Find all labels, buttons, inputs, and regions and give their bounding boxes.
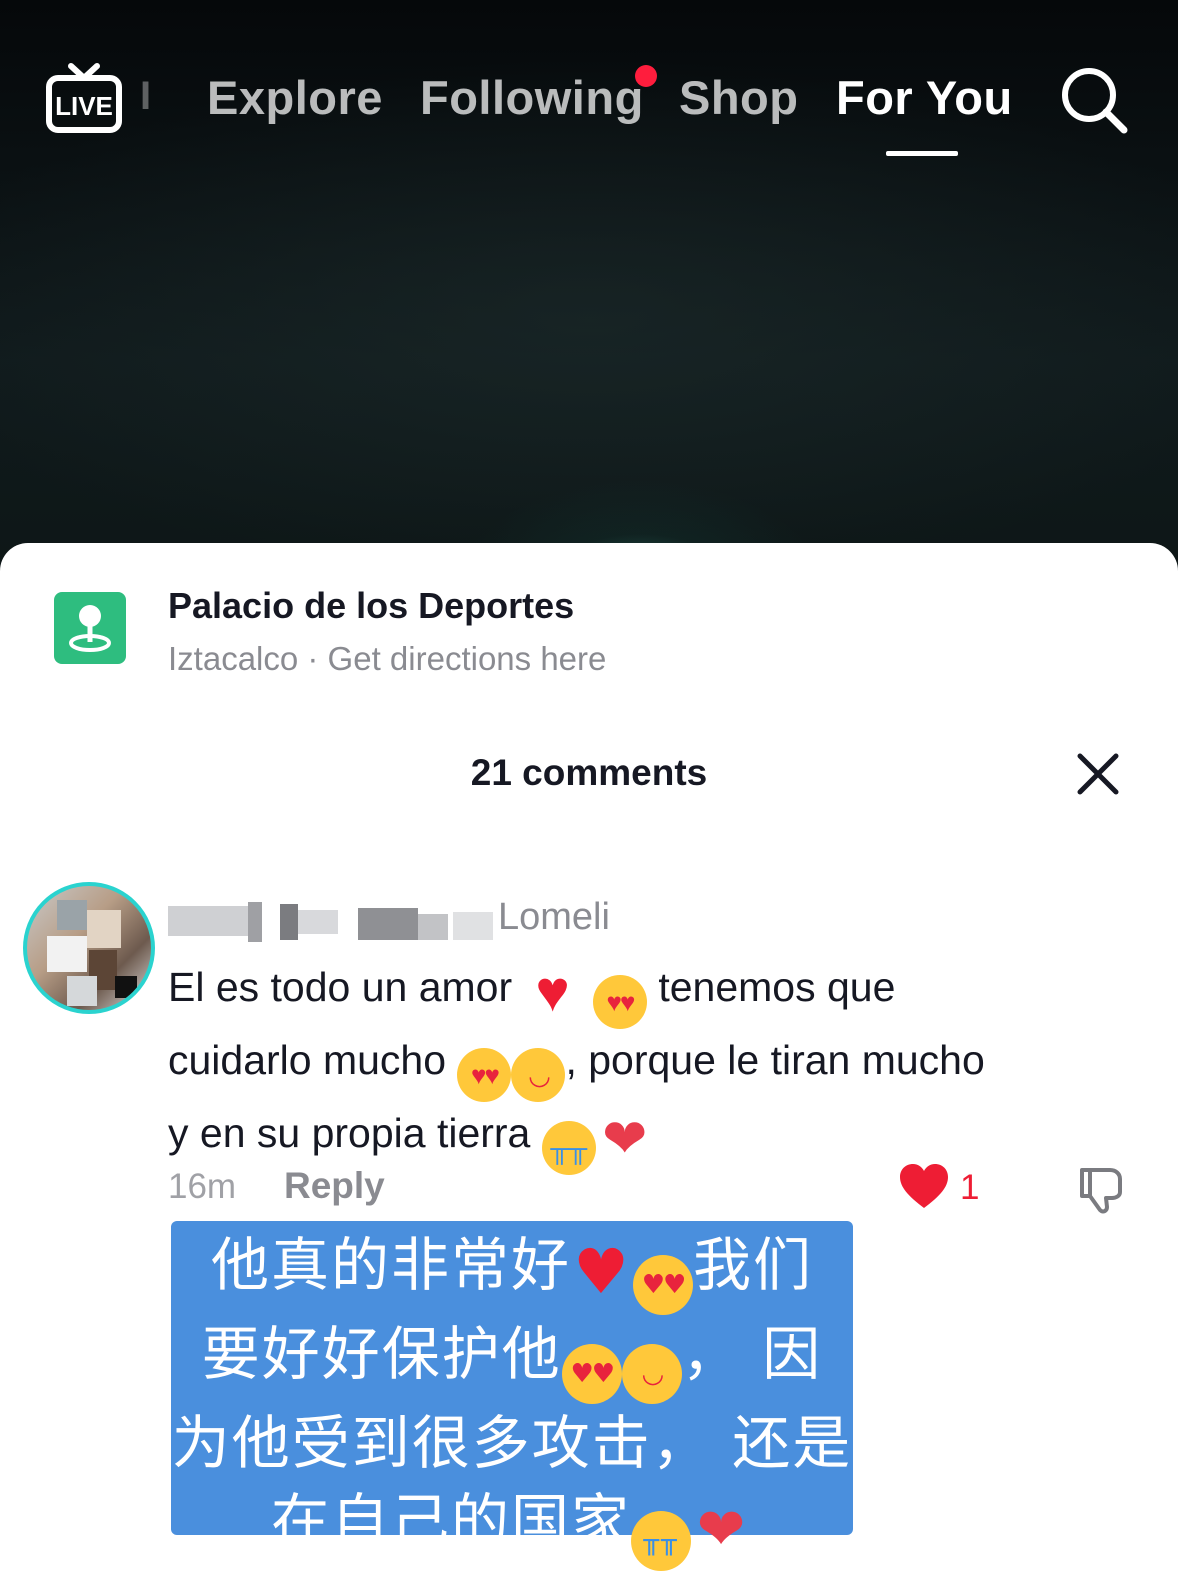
red-heart-emoji: ♥: [573, 1235, 631, 1308]
tab-for-you[interactable]: For You: [836, 70, 1013, 125]
mending-heart-emoji: ❤: [696, 1495, 748, 1563]
top-navigation: LIVE I Explore Following Shop For You: [0, 0, 1178, 170]
comment-line: El es todo un amor ♥ ♥♥ tenemos que: [168, 956, 1148, 1029]
close-icon[interactable]: [1076, 752, 1120, 796]
live-tv-icon[interactable]: LIVE: [44, 60, 124, 140]
heart-eyes-emoji: ♥♥: [592, 975, 647, 1029]
location-directions[interactable]: Iztacalco · Get directions here: [168, 640, 606, 678]
search-icon[interactable]: [1058, 64, 1130, 136]
comment-timestamp: 16m: [168, 1167, 237, 1206]
translation-text-segment: 要好好保护他: [201, 1320, 562, 1388]
tab-explore[interactable]: Explore: [207, 70, 383, 125]
smiling-hearts-emoji: ◡: [621, 1344, 682, 1404]
smiling-hearts-emoji: ◡: [511, 1048, 566, 1102]
translation-line: 他真的非常好♥ ♥♥ 我们: [171, 1226, 853, 1315]
comment-body[interactable]: El es todo un amor ♥ ♥♥ tenemos que cuid…: [168, 956, 1148, 1175]
translation-line: 要好好保护他 ♥♥ ◡， 因: [171, 1315, 853, 1404]
heart-eyes-emoji: ♥♥: [561, 1344, 622, 1404]
comments-count-title: 21 comments: [470, 752, 708, 793]
comment-text-segment: cuidarlo mucho: [168, 1037, 458, 1083]
tab-shop[interactable]: Shop: [679, 70, 798, 125]
svg-text:LIVE: LIVE: [55, 91, 113, 121]
notification-dot: [635, 65, 657, 87]
comment-text-segment: El es todo un amor: [168, 964, 524, 1010]
comment-text-segment: , porque le tiran mucho: [565, 1037, 985, 1083]
like-count: 1: [960, 1168, 980, 1207]
location-pin-icon[interactable]: [54, 592, 126, 664]
mending-heart-emoji: ❤: [602, 1109, 648, 1169]
dislike-icon[interactable]: [1076, 1162, 1130, 1216]
translation-overlay: 他真的非常好♥ ♥♥ 我们 要好好保护他 ♥♥ ◡， 因 为他受到很多攻击， 还是 在自…: [171, 1221, 853, 1571]
crying-face-emoji: ╥╥: [541, 1121, 596, 1175]
crying-face-emoji: ╥╥: [631, 1511, 691, 1571]
translation-text-segment: 他真的非常好: [210, 1231, 571, 1299]
tab-following[interactable]: Following: [420, 70, 644, 125]
reply-button[interactable]: Reply: [284, 1165, 385, 1207]
username-visible-part: Lomeli: [498, 896, 610, 938]
heart-eyes-emoji: ♥♥: [633, 1255, 693, 1315]
partial-tab-glimpse: I: [140, 74, 152, 118]
translation-text-segment: 我们: [693, 1231, 814, 1299]
translation-text-segment: 为他受到很多攻击， 还是: [171, 1409, 853, 1477]
avatar[interactable]: [23, 882, 155, 1014]
translation-line: 在自己的国家 ╥╥ ❤: [171, 1482, 853, 1571]
comment-text-segment: tenemos que: [646, 964, 896, 1010]
location-name[interactable]: Palacio de los Deportes: [168, 585, 574, 627]
translation-text-segment: ， 因: [681, 1320, 823, 1388]
comment-line: cuidarlo mucho ♥♥ ◡, porque le tiran much…: [168, 1029, 1148, 1102]
translation-text-segment: 在自己的国家: [270, 1487, 631, 1555]
active-tab-indicator: [886, 151, 958, 156]
heart-eyes-emoji: ♥♥: [457, 1048, 512, 1102]
heart-icon[interactable]: [898, 1162, 950, 1212]
red-heart-emoji: ♥: [535, 959, 570, 1024]
comment-text-segment: y en su propia tierra: [168, 1110, 542, 1156]
translation-line: 为他受到很多攻击， 还是: [171, 1404, 853, 1482]
